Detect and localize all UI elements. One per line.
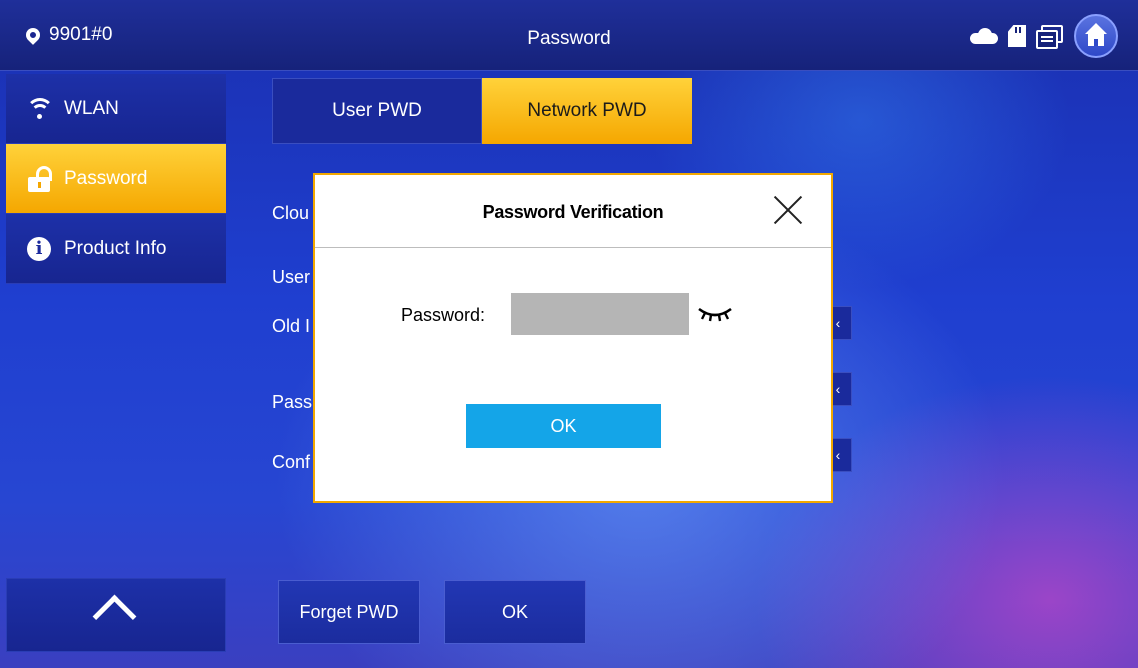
forget-pwd-button[interactable]: Forget PWD xyxy=(278,580,420,644)
form-label-confirm: Conf xyxy=(272,452,311,472)
dialog-ok-button[interactable]: OK xyxy=(466,404,661,448)
close-icon[interactable] xyxy=(773,195,803,225)
page-title: Password xyxy=(527,28,611,49)
home-button[interactable] xyxy=(1074,14,1118,58)
wifi-icon xyxy=(26,96,54,122)
form-label-cloud: Clou xyxy=(272,203,310,223)
lock-icon xyxy=(26,165,52,192)
sidebar-item-wlan[interactable]: WLAN xyxy=(6,74,226,144)
sidebar-item-label: Product Info xyxy=(64,237,167,259)
eye-closed-icon[interactable] xyxy=(697,303,733,323)
status-icons xyxy=(970,14,1118,58)
password-input[interactable] xyxy=(511,293,689,335)
messages-icon[interactable] xyxy=(1036,25,1063,49)
sidebar-item-product-info[interactable]: i Product Info xyxy=(6,214,226,284)
sidebar-item-label: WLAN xyxy=(64,97,119,119)
form-label-old-pwd: Old I xyxy=(272,316,311,336)
sd-card-icon xyxy=(1008,25,1026,47)
sidebar-item-password[interactable]: Password xyxy=(6,144,226,214)
dialog-title: Password Verification xyxy=(482,202,664,222)
scroll-up-button[interactable] xyxy=(6,578,226,652)
ok-button[interactable]: OK xyxy=(444,580,586,644)
sidebar: WLAN Password i Product Info xyxy=(6,74,226,284)
sidebar-item-label: Password xyxy=(64,167,148,189)
chevron-up-icon xyxy=(92,594,137,639)
info-icon: i xyxy=(26,236,52,262)
form-label-password: Pass xyxy=(272,392,313,412)
password-label: Password: xyxy=(401,305,486,325)
home-icon xyxy=(1085,23,1107,34)
form-label-user: User xyxy=(272,267,311,287)
top-bar: 9901#0 Password xyxy=(0,0,1138,71)
tab-user-pwd[interactable]: User PWD xyxy=(272,78,482,144)
dialog-header: Password Verification xyxy=(315,175,831,248)
tab-network-pwd[interactable]: Network PWD xyxy=(482,78,692,144)
cloud-icon xyxy=(970,28,998,44)
password-verification-dialog: Password Verification Password: OK xyxy=(313,173,833,503)
